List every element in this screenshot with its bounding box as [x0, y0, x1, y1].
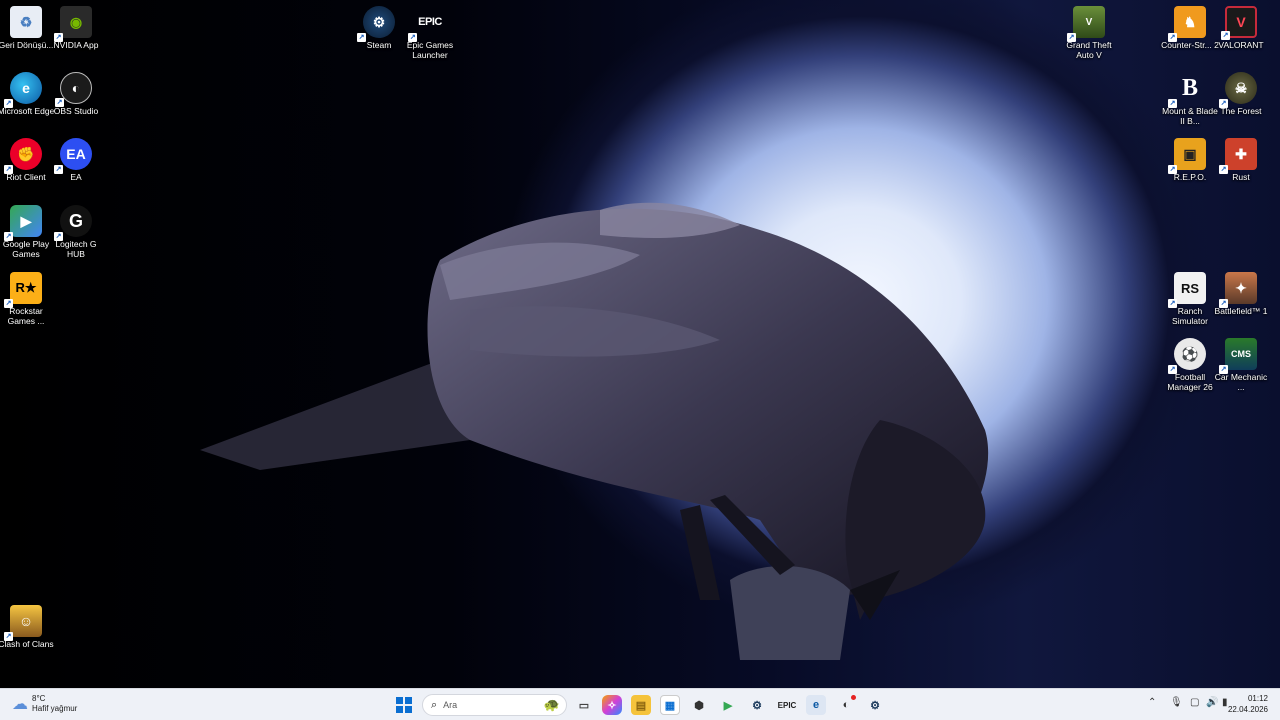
valorant-icon: V ↗: [1221, 6, 1257, 40]
desktop-icon-epic-games-launcher[interactable]: EPIC ↗ Epic Games Launcher: [404, 6, 456, 60]
gta-icon: V ↗: [1067, 6, 1105, 42]
search-highlight-icon: 🐢: [543, 697, 560, 712]
edge-icon: e ↗: [4, 72, 42, 108]
desktop-icon-valorant[interactable]: V ↗ VALORANT: [1215, 6, 1267, 50]
desktop-icon-label: Rockstar Games ...: [7, 306, 45, 326]
ranch-simulator-icon: RS ↗: [1168, 272, 1206, 308]
system-clock[interactable]: 01:12 22.04.2026: [1228, 693, 1268, 715]
volume-icon[interactable]: 🔊: [1206, 697, 1218, 708]
desktop-icon-steam[interactable]: ⚙ ↗ Steam: [353, 6, 405, 50]
recycle-bin-icon: ♻: [10, 6, 42, 38]
rockstar-icon-glyph: R★: [15, 280, 37, 295]
desktop-icon-rust[interactable]: ✚ ↗ Rust: [1215, 138, 1267, 182]
desktop-icon-car-mechanic[interactable]: CMS ↗ Car Mechanic ...: [1215, 338, 1267, 392]
edge-taskbar-button[interactable]: e: [806, 695, 826, 715]
recording-dot-icon: [851, 695, 856, 700]
desktop-icon-label: Car Mechanic ...: [1214, 372, 1268, 392]
steam-taskbar-button-2[interactable]: ⚙: [865, 695, 885, 715]
chevron-up-icon[interactable]: ⌃: [1148, 697, 1156, 708]
start-button[interactable]: [394, 695, 414, 715]
desktop-icon-label: VALORANT: [1218, 40, 1264, 50]
weather-description: Hafif yağmur: [32, 704, 78, 713]
bannerlord-icon: B ↗: [1168, 74, 1198, 108]
google-play-games-taskbar-button[interactable]: ▶: [718, 695, 738, 715]
desktop-icon-recycle-bin[interactable]: ♻ Geri Dönüşü...: [0, 6, 53, 50]
obs-taskbar-button[interactable]: ◐: [836, 695, 856, 715]
desktop-icon-ea[interactable]: EA ↗ EA: [50, 138, 102, 182]
steam-taskbar-button[interactable]: ⚙: [747, 695, 767, 715]
microphone-icon[interactable]: 🎙: [1170, 697, 1183, 708]
logitech-icon: G ↗: [54, 205, 92, 241]
battery-icon[interactable]: ▮: [1222, 697, 1228, 708]
clock-date: 22.04.2026: [1227, 705, 1268, 714]
epic-games-icon: EPIC ↗: [408, 16, 442, 42]
desktop-icon-nvidia-app[interactable]: ◉ ↗ NVIDIA App: [50, 6, 102, 50]
desktop-icon-rockstar-games[interactable]: R★ ↗ Rockstar Games ...: [0, 272, 52, 326]
weather-widget[interactable]: ☁ 8°C Hafif yağmur: [12, 694, 77, 714]
desktop-wallpaper: [0, 0, 1280, 688]
clock-time: 01:12: [1247, 694, 1268, 703]
search-icon: ⌕: [431, 698, 438, 711]
weather-temperature: 8°C: [32, 694, 46, 703]
counter-strike-icon: ♞ ↗: [1168, 6, 1206, 42]
windows-start-icon: [396, 697, 412, 713]
search-placeholder: Ara: [443, 700, 458, 710]
desktop-icon-gta-v[interactable]: V ↗ Grand Theft Auto V: [1063, 6, 1115, 60]
desktop-icon-label: OBS Studio: [53, 106, 99, 116]
copilot-button[interactable]: ✧: [602, 695, 622, 715]
raven-illustration: [200, 202, 989, 660]
network-icon[interactable]: ▢: [1190, 697, 1199, 708]
rust-icon: ✚ ↗: [1219, 138, 1257, 174]
desktop-icon-the-forest[interactable]: ☠ ↗ The Forest: [1215, 72, 1267, 116]
bannerlord-icon-glyph: B: [1181, 74, 1198, 101]
steam-icon: ⚙ ↗: [357, 6, 395, 42]
taskbar: ☁ 8°C Hafif yağmur ⌕ Ara 🐢 ▭ ✧ ▤ ▦ ⬢ ▶ ⚙…: [0, 688, 1280, 720]
battlefield-icon: ✦ ↗: [1219, 272, 1257, 308]
logitech-icon-glyph: G: [68, 210, 83, 231]
rust-icon-glyph: ✚: [1235, 145, 1247, 162]
desktop-icon-football-manager-26[interactable]: ⚽ ↗ Football Manager 26: [1164, 338, 1216, 392]
football-manager-icon: ⚽ ↗: [1168, 338, 1206, 374]
search-input[interactable]: ⌕ Ara 🐢: [422, 694, 567, 716]
obs-icon: ◐ ↗: [55, 72, 92, 107]
desktop-icon-microsoft-edge[interactable]: e ↗ Microsoft Edge: [0, 72, 54, 116]
desktop-icon-bannerlord[interactable]: B ↗ Mount & Blade II B...: [1162, 72, 1218, 127]
desktop-icon-riot-client[interactable]: ✊ ↗ Riot Client: [0, 138, 52, 182]
rockstar-icon: R★ ↗: [4, 272, 42, 308]
desktop-icon-label: Logitech G HUB: [55, 239, 97, 259]
nvidia-icon: ◉ ↗: [54, 6, 92, 42]
google-play-games-icon: ▶ ↗: [4, 205, 42, 241]
riot-icon: ✊ ↗: [4, 138, 42, 174]
clash-of-clans-icon: ☺ ↗: [4, 605, 42, 641]
ea-icon-glyph: EA: [66, 146, 86, 162]
desktop-icon-ranch-simulator[interactable]: RS ↗ Ranch Simulator: [1164, 272, 1216, 326]
desktop-icon-logitech-g-hub[interactable]: G ↗ Logitech G HUB: [50, 205, 102, 259]
desktop-icon-battlefield-1[interactable]: ✦ ↗ Battlefield™ 1: [1215, 272, 1267, 316]
file-explorer-button[interactable]: ▤: [631, 695, 651, 715]
unity-button[interactable]: ⬢: [689, 695, 709, 715]
cloud-rain-icon: ☁: [12, 696, 28, 713]
desktop-icon-counter-strike-2[interactable]: ♞ ↗ Counter-Str... 2: [1161, 6, 1219, 50]
ea-icon: EA ↗: [54, 138, 92, 174]
desktop-icon-label: Epic Games Launcher: [406, 40, 454, 60]
desktop-icon-clash-of-clans[interactable]: ☺ ↗ Clash of Clans: [0, 605, 54, 649]
desktop-icon-obs-studio[interactable]: ◐ ↗ OBS Studio: [50, 72, 102, 116]
the-forest-icon: ☠ ↗: [1219, 72, 1257, 108]
desktop-icon-repo[interactable]: ▣ ↗ R.E.P.O.: [1164, 138, 1216, 182]
task-view-button[interactable]: ▭: [574, 695, 594, 715]
desktop-icon-google-play-games[interactable]: ▶ ↗ Google Play Games: [0, 205, 52, 259]
repo-icon: ▣ ↗: [1168, 138, 1206, 174]
desktop-icon-label: Grand Theft Auto V: [1066, 40, 1112, 60]
epic-games-taskbar-button[interactable]: EPIC: [777, 695, 797, 715]
car-mechanic-icon: CMS ↗: [1219, 338, 1257, 374]
epic-games-icon-glyph: EPIC: [418, 16, 442, 28]
store-button[interactable]: ▦: [660, 695, 680, 715]
